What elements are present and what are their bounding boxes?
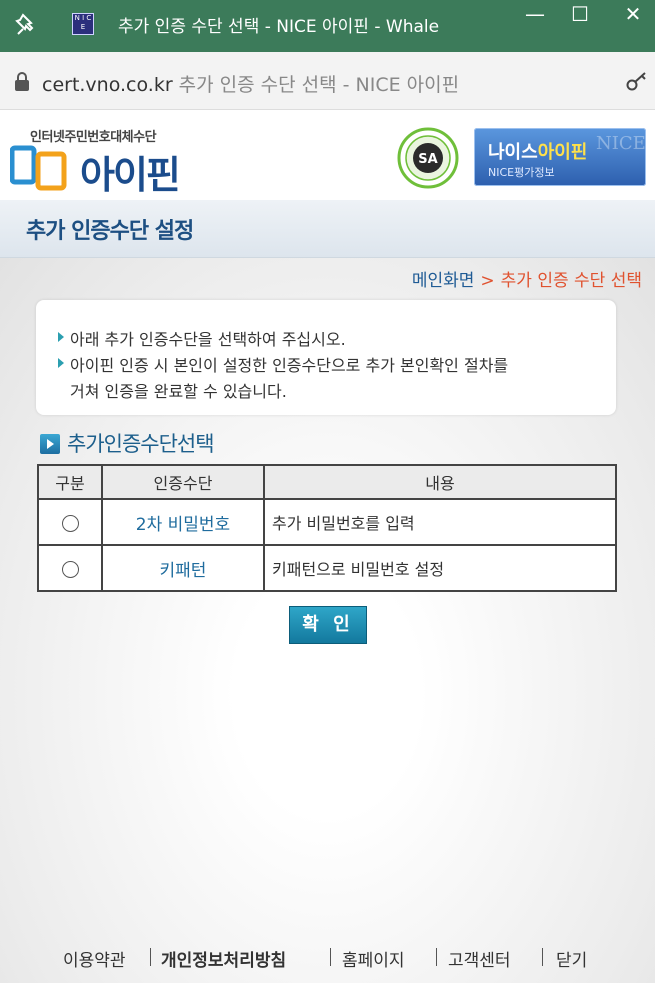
main-content: 메인화면 > 추가 인증 수단 선택 아래 추가 인증수단을 선택하여 주십시오. … <box>0 258 655 983</box>
nice-logo-sub: NICE평가정보 <box>488 166 555 179</box>
footer-divider <box>330 948 331 966</box>
footer-link-close[interactable]: 닫기 <box>556 946 587 971</box>
radio-second-password[interactable] <box>61 514 79 532</box>
lock-icon <box>15 72 29 91</box>
site-favicon: N I C E <box>72 13 94 35</box>
description-key-pattern: 키패턴으로 비밀번호 설정 <box>263 544 617 592</box>
footer-link-terms[interactable]: 이용약관 <box>63 946 126 971</box>
nice-logo-title: 나이스아이핀 <box>488 138 587 164</box>
breadcrumb-current: 추가 인증 수단 선택 <box>500 271 642 291</box>
nice-logo-highlight: 아이핀 <box>537 142 588 163</box>
radio-key-pattern[interactable] <box>61 560 79 578</box>
column-header-type: 구분 <box>37 464 103 500</box>
description-second-password: 추가 비밀번호를 입력 <box>263 498 617 546</box>
footer-link-support[interactable]: 고객센터 <box>448 946 511 971</box>
minimize-button[interactable]: — <box>520 4 550 30</box>
nice-logo-main: 나이스 <box>488 142 538 163</box>
method-second-password[interactable]: 2차 비밀번호 <box>101 498 265 546</box>
ipin-logo-icon <box>10 145 67 191</box>
page-heading-bar: 추가 인증수단 설정 <box>0 200 655 258</box>
pin-icon[interactable] <box>14 12 40 38</box>
accessibility-badge-icon: SA <box>397 127 459 189</box>
footer-divider <box>542 948 543 966</box>
notice-line-1: 아래 추가 인증수단을 선택하여 주십시오. <box>70 330 346 349</box>
confirm-button[interactable]: 확 인 <box>289 606 367 644</box>
arrow-right-icon <box>40 434 60 454</box>
maximize-button[interactable]: ☐ <box>565 4 595 30</box>
site-header: 인터넷주민번호대체수단 아이핀 SA NICE 나이스아이핀 NICE평가정보 <box>0 110 655 200</box>
section-title: 추가인증수단선택 <box>67 432 215 456</box>
url-host: cert.vno.co.kr <box>42 74 173 96</box>
nice-ghost-text: NICE <box>596 133 646 154</box>
window-titlebar: N I C E 추가 인증 수단 선택 - NICE 아이핀 - Whale —… <box>0 0 655 52</box>
radio-cell <box>37 544 103 592</box>
auth-method-table: 구분 인증수단 내용 2차 비밀번호 추가 비밀번호를 입력 키패턴 키패턴으로… <box>37 464 617 592</box>
logo-text: 아이핀 <box>80 153 181 197</box>
url-text[interactable]: cert.vno.co.kr 추가 인증 수단 선택 - NICE 아이핀 <box>42 70 459 97</box>
table-row[interactable]: 키패턴 키패턴으로 비밀번호 설정 <box>37 544 617 592</box>
address-bar[interactable]: cert.vno.co.kr 추가 인증 수단 선택 - NICE 아이핀 <box>0 52 655 110</box>
footer-link-privacy[interactable]: 개인정보처리방침 <box>161 946 286 971</box>
notice-line-2: 아이핀 인증 시 본인이 설정한 인증수단으로 추가 본인확인 절차를 <box>70 356 509 375</box>
column-header-method: 인증수단 <box>101 464 265 500</box>
page-title: 추가 인증수단 설정 <box>26 219 194 244</box>
footer-links: 이용약관 개인정보처리방침 홈페이지 고객센터 닫기 <box>0 946 655 972</box>
notice-box: 아래 추가 인증수단을 선택하여 주십시오. 아이핀 인증 시 본인이 설정한 … <box>36 300 616 415</box>
nice-ipin-logo: NICE 나이스아이핀 NICE평가정보 <box>474 128 646 186</box>
key-icon[interactable] <box>625 70 649 92</box>
method-key-pattern[interactable]: 키패턴 <box>101 544 265 592</box>
breadcrumb-home[interactable]: 메인화면 <box>412 271 475 291</box>
window-title: 추가 인증 수단 선택 - NICE 아이핀 - Whale <box>118 17 440 37</box>
logo-tagline: 인터넷주민번호대체수단 <box>30 130 157 145</box>
close-window-button[interactable]: ✕ <box>618 4 648 30</box>
breadcrumb: 메인화면 > 추가 인증 수단 선택 <box>412 266 642 291</box>
bullet-icon <box>58 358 64 368</box>
url-page-title: 추가 인증 수단 선택 - NICE 아이핀 <box>178 74 460 96</box>
table-row[interactable]: 2차 비밀번호 추가 비밀번호를 입력 <box>37 498 617 546</box>
bullet-icon <box>58 332 64 342</box>
footer-divider <box>436 948 437 966</box>
breadcrumb-separator: > <box>480 271 495 291</box>
table-header-row: 구분 인증수단 내용 <box>37 464 617 500</box>
radio-cell <box>37 498 103 546</box>
badge-label: SA <box>418 152 437 167</box>
footer-divider <box>150 948 151 966</box>
footer-link-homepage[interactable]: 홈페이지 <box>342 946 405 971</box>
column-header-description: 내용 <box>263 464 617 500</box>
notice-line-3: 거쳐 인증을 완료할 수 있습니다. <box>70 382 287 401</box>
